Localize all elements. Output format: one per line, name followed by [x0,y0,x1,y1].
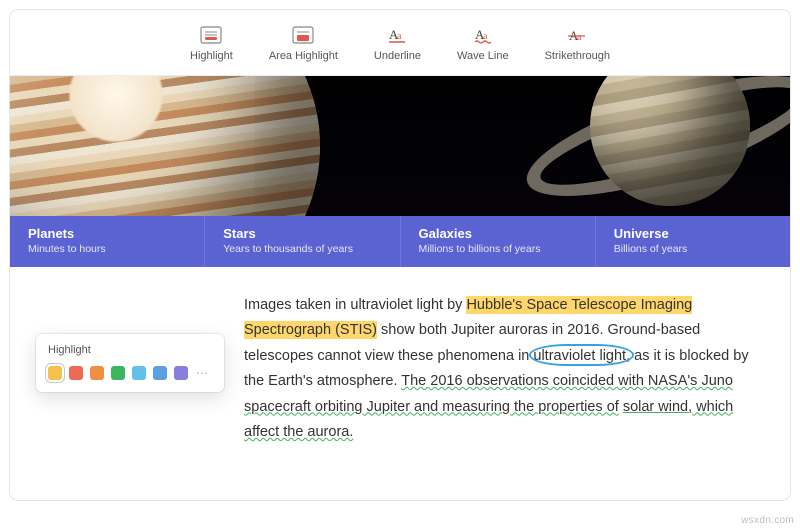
band-subtitle: Minutes to hours [28,243,186,255]
saturn-illustration [560,76,780,216]
svg-text:a: a [577,32,582,43]
more-colors-icon[interactable]: ⋯ [195,366,209,380]
circled-span[interactable]: ultraviolet light, [533,348,630,364]
swatch-purple[interactable] [174,366,188,380]
app-window: Highlight Area Highlight Aa Underline Aa… [10,10,790,500]
swatch-cyan[interactable] [132,366,146,380]
band-title: Planets [28,226,186,241]
band-cell-universe[interactable]: Universe Billions of years [596,216,790,267]
jupiter-illustration [10,76,320,216]
strikethrough-icon: Aa [565,24,589,46]
highlight-color-popover: Highlight ⋯ [36,334,224,392]
band-title: Galaxies [419,226,577,241]
svg-text:a: a [483,31,488,42]
underline-tool[interactable]: Aa Underline [374,24,421,62]
band-title: Stars [223,226,381,241]
tool-label: Wave Line [457,50,509,62]
band-subtitle: Years to thousands of years [223,243,381,255]
swatch-blue[interactable] [153,366,167,380]
swatch-row: ⋯ [48,366,212,380]
highlight-tool[interactable]: Highlight [190,24,233,62]
band-cell-planets[interactable]: Planets Minutes to hours [10,216,205,267]
svg-text:a: a [397,31,402,42]
tool-label: Strikethrough [545,50,610,62]
wave-line-tool[interactable]: Aa Wave Line [457,24,509,62]
timescale-band: Planets Minutes to hours Stars Years to … [10,216,790,267]
article-text: Images taken in ultraviolet light by [244,297,466,313]
swatch-green[interactable] [111,366,125,380]
band-subtitle: Billions of years [614,243,772,255]
area-highlight-tool[interactable]: Area Highlight [269,24,338,62]
band-cell-galaxies[interactable]: Galaxies Millions to billions of years [401,216,596,267]
palette-title: Highlight [48,344,212,356]
annotation-toolbar: Highlight Area Highlight Aa Underline Aa… [10,10,790,76]
swatch-orange[interactable] [90,366,104,380]
highlight-icon [199,24,223,46]
tool-label: Area Highlight [269,50,338,62]
wave-line-icon: Aa [471,24,495,46]
band-subtitle: Millions to billions of years [419,243,577,255]
area-highlight-icon [291,24,315,46]
tool-label: Highlight [190,50,233,62]
strikethrough-tool[interactable]: Aa Strikethrough [545,24,610,62]
tool-label: Underline [374,50,421,62]
watermark-text: wsxdn.com [741,515,794,526]
band-cell-stars[interactable]: Stars Years to thousands of years [205,216,400,267]
band-title: Universe [614,226,772,241]
underline-icon: Aa [385,24,409,46]
underlined-span[interactable]: solar wind, [623,399,692,415]
swatch-yellow[interactable] [48,366,62,380]
swatch-red[interactable] [69,366,83,380]
hero-image [10,76,790,216]
